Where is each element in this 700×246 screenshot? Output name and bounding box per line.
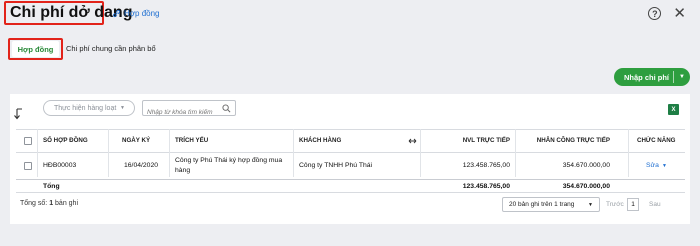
chevron-down-icon[interactable]: ▼ [674, 74, 690, 80]
search-box [142, 100, 236, 120]
record-count-prefix: Tổng số: [20, 200, 50, 207]
cell-so-hop-dong[interactable]: HĐB00003 [43, 162, 76, 169]
col-divider [37, 129, 38, 177]
help-icon[interactable]: ? [648, 7, 662, 20]
col-header-chuc-nang: CHỨC NĂNG [637, 137, 676, 144]
help-link[interactable]: Hợp đồng [112, 9, 160, 18]
col-header-so-hop-dong[interactable]: SỐ HỢP ĐỒNG [43, 137, 88, 144]
cell-nhan-cong: 354.670.000,00 [562, 162, 610, 169]
import-cost-label: Nhập chi phí [624, 72, 669, 82]
cell-khach-hang: Công ty TNHH Phú Thái [299, 162, 373, 169]
col-divider [628, 129, 629, 177]
current-page[interactable]: 1 [627, 198, 639, 211]
tab-hop-dong[interactable]: Hợp đồng [12, 41, 59, 57]
chevron-down-icon: ▼ [120, 105, 125, 111]
chevron-down-icon: ▼ [588, 201, 593, 208]
col-header-nvl[interactable]: NVL TRỰC TIẾP [420, 137, 510, 144]
table-top-border [16, 129, 685, 130]
page-size-label: 20 bản ghi trên 1 trang [509, 201, 575, 208]
cell-nvl: 123.458.765,00 [462, 162, 510, 169]
col-divider [293, 129, 294, 177]
col-divider [169, 129, 170, 177]
sort-arrow-icon[interactable] [14, 108, 24, 120]
row-bottom-border [16, 179, 685, 180]
search-input[interactable] [143, 105, 218, 120]
next-page-button[interactable]: Sau [649, 201, 661, 208]
link-icon [112, 9, 121, 18]
excel-export-icon[interactable]: X [668, 104, 679, 115]
search-icon[interactable] [222, 104, 231, 113]
total-nhan-cong: 354.670.000,00 [562, 183, 610, 190]
col-header-nhan-cong[interactable]: NHÂN CÔNG TRỰC TIẾP [515, 137, 610, 144]
record-count-suffix: bản ghi [53, 200, 79, 207]
col-header-trich-yeu[interactable]: TRÍCH YẾU [175, 137, 208, 144]
import-cost-button[interactable]: Nhập chi phí ▼ [614, 68, 690, 86]
prev-page-button[interactable]: Trước [606, 201, 624, 208]
edit-link[interactable]: Sửa [646, 162, 659, 169]
tab-chi-phi-chung[interactable]: Chi phí chung cần phân bổ [66, 44, 156, 53]
select-all-checkbox[interactable] [24, 137, 32, 145]
total-label: Tổng [43, 183, 60, 190]
col-divider [108, 129, 109, 177]
record-count: Tổng số: 1 bản ghi [20, 200, 78, 207]
page-size-select[interactable]: 20 bản ghi trên 1 trang ▼ [502, 197, 600, 212]
bulk-action-dropdown[interactable]: Thực hiện hàng loạt ▼ [43, 100, 135, 116]
col-header-khach-hang[interactable]: KHÁCH HÀNG [299, 137, 341, 144]
total-bottom-border [16, 192, 685, 193]
help-link-label: Hợp đồng [124, 9, 160, 18]
total-nvl: 123.458.765,00 [462, 183, 510, 190]
cell-trich-yeu-line2: hàng [175, 167, 191, 174]
chevron-down-icon[interactable]: ▼ [662, 163, 667, 169]
column-settings-icon[interactable] [408, 137, 417, 145]
cell-trich-yeu-line1: Công ty Phú Thái ký hợp đồng mua [175, 157, 283, 164]
close-icon[interactable]: ✕ [673, 6, 686, 21]
col-header-ngay-ky[interactable]: NGÀY KÝ [122, 137, 150, 144]
bulk-action-label: Thực hiện hàng loạt [54, 104, 117, 112]
row-checkbox[interactable] [24, 162, 32, 170]
cell-ngay-ky: 16/04/2020 [124, 162, 159, 169]
header-bottom-border [16, 152, 685, 153]
